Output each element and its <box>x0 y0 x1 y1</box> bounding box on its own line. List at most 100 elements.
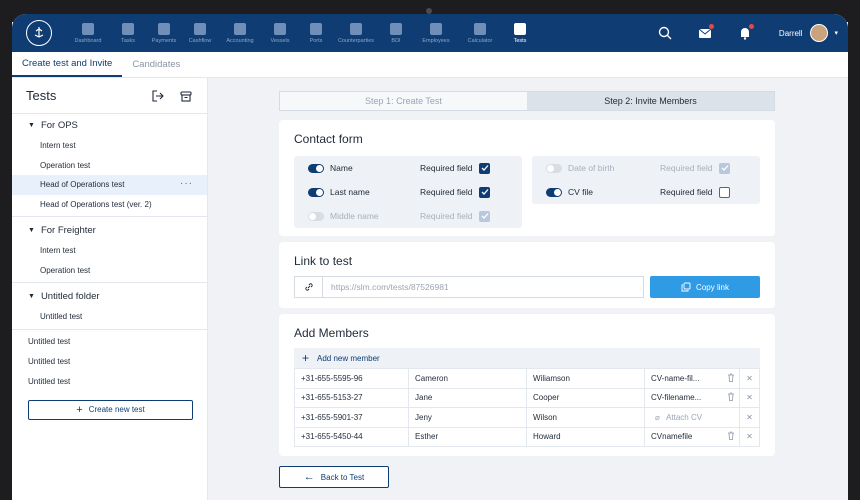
sidebar-test-item[interactable]: Intern test <box>12 241 207 261</box>
cv-file-cell[interactable]: CVnamefile <box>644 426 724 447</box>
date-of-birth-required-checkbox[interactable] <box>719 162 731 174</box>
sidebar-test-item[interactable]: Intern test <box>12 136 207 156</box>
add-new-member-button[interactable]: + Add new member <box>294 348 760 368</box>
bell-notification-dot <box>748 24 754 29</box>
counterparties-icon <box>350 22 362 35</box>
first-name-cell[interactable]: Cameron <box>408 368 527 389</box>
cv-file-required-checkbox[interactable] <box>719 186 731 198</box>
calculator-icon <box>474 22 486 35</box>
last-name-toggle[interactable] <box>308 187 324 197</box>
last-name-cell[interactable]: Wiliamson <box>526 368 645 389</box>
nav-item-payments[interactable]: Payments <box>146 14 182 52</box>
sidebar-loose-test[interactable]: Untitled test <box>12 332 207 352</box>
sidebar-test-item[interactable]: Untitled test <box>12 307 207 327</box>
folder-untitled[interactable]: ▼ Untitled folder <box>12 285 207 307</box>
step-1-tab[interactable]: Step 1: Create Test <box>280 92 527 110</box>
remove-member-icon[interactable]: ✕ <box>739 407 760 428</box>
sidebar-test-item[interactable]: Operation test <box>12 261 207 281</box>
anchor-icon <box>310 22 322 35</box>
sidebar: Tests ▼ For OPS Intern test Operation tes… <box>12 78 208 500</box>
avatar[interactable] <box>810 24 829 42</box>
last-name-cell[interactable]: Howard <box>526 426 645 447</box>
chevron-down-icon[interactable]: ▾ <box>834 29 838 37</box>
remove-member-icon[interactable]: ✕ <box>739 368 760 389</box>
middle-name-toggle[interactable] <box>308 211 324 221</box>
bdi-icon <box>390 22 402 35</box>
table-row: +31-655-5901-37 Jeny Wilson ⌀ Attach CV ✕ <box>294 407 760 428</box>
name-toggle[interactable] <box>308 163 324 173</box>
step-2-tab[interactable]: Step 2: Invite Members <box>527 92 774 110</box>
dashboard-icon <box>82 22 94 35</box>
copy-link-button[interactable]: Copy link <box>650 276 760 298</box>
link-icon <box>294 276 322 298</box>
nav-item-calculator[interactable]: Calculator <box>458 14 502 52</box>
date-of-birth-toggle[interactable] <box>546 163 562 173</box>
nav-item-dashboard[interactable]: Dashboard <box>66 14 110 52</box>
sidebar-test-item[interactable]: Operation test <box>12 156 207 176</box>
caret-down-icon: ▼ <box>28 292 35 300</box>
test-link-field[interactable]: https://slm.com/tests/87526981 <box>322 276 644 298</box>
nav-item-counterparties[interactable]: Counterparties <box>334 14 378 52</box>
sidebar-test-item-selected[interactable]: Head of Operations test ··· <box>12 175 207 195</box>
sidebar-loose-test[interactable]: Untitled test <box>12 372 207 392</box>
mail-icon[interactable] <box>697 24 714 41</box>
trash-icon[interactable] <box>723 387 740 408</box>
cv-file-cell[interactable]: CV-filename... <box>644 387 724 408</box>
field-row-last-name: Last name Required field <box>294 180 522 204</box>
top-navigation: Dashboard Tasks Payments Cashflow Accoun… <box>12 14 848 52</box>
first-name-cell[interactable]: Esther <box>408 426 527 447</box>
archive-icon[interactable] <box>179 89 193 103</box>
last-name-required-checkbox[interactable] <box>479 186 491 198</box>
link-title: Link to test <box>294 254 353 268</box>
cv-file-cell[interactable]: CV-name-fil... <box>644 368 724 389</box>
tab-create-test[interactable]: Create test and Invite <box>12 52 123 77</box>
table-row: +31-655-5153-27 Jane Cooper CV-filename... ✕ <box>294 387 760 408</box>
trash-icon[interactable] <box>723 368 740 389</box>
nav-item-accounting[interactable]: Accounting <box>218 14 262 52</box>
first-name-cell[interactable]: Jane <box>408 387 527 408</box>
middle-name-required-checkbox[interactable] <box>479 210 491 222</box>
nav-item-ports[interactable]: Ports <box>298 14 334 52</box>
create-new-test-button[interactable]: + Create new test <box>28 399 193 420</box>
copy-icon <box>681 282 691 292</box>
trash-icon[interactable] <box>723 426 740 447</box>
phone-cell[interactable]: +31-655-5901-37 <box>294 407 409 428</box>
sidebar-test-item[interactable]: Head of Operations test (ver. 2) <box>12 195 207 215</box>
last-name-cell[interactable]: Wilson <box>526 407 645 428</box>
phone-cell[interactable]: +31-655-5595-96 <box>294 368 409 389</box>
members-table: +31-655-5595-96 Cameron Wiliamson CV-name-f… <box>294 368 760 447</box>
phone-cell[interactable]: +31-655-5450-44 <box>294 426 409 447</box>
divider <box>12 216 207 217</box>
sidebar-loose-test[interactable]: Untitled test <box>12 352 207 372</box>
employees-icon <box>430 22 442 35</box>
sidebar-title: Tests <box>26 88 57 103</box>
nav-item-tasks[interactable]: Tasks <box>110 14 146 52</box>
last-name-cell[interactable]: Cooper <box>526 387 645 408</box>
folder-for-freighter[interactable]: ▼ For Freighter <box>12 219 207 241</box>
device-frame-right <box>848 0 860 500</box>
search-icon[interactable] <box>657 25 673 41</box>
bell-icon[interactable] <box>737 24 754 41</box>
nav-item-vessels[interactable]: Vessels <box>262 14 298 52</box>
first-name-cell[interactable]: Jeny <box>408 407 527 428</box>
cv-file-toggle[interactable] <box>546 187 562 197</box>
more-options-icon[interactable]: ··· <box>180 178 193 189</box>
folder-for-ops[interactable]: ▼ For OPS <box>12 114 207 136</box>
nav-item-bdi[interactable]: BDI <box>378 14 414 52</box>
nav-item-employees[interactable]: Employees <box>414 14 458 52</box>
back-to-test-button[interactable]: ← Back to Test <box>279 466 389 488</box>
link-card: Link to test https://slm.com/tests/87526… <box>279 242 775 308</box>
vessels-icon <box>274 22 286 35</box>
phone-cell[interactable]: +31-655-5153-27 <box>294 387 409 408</box>
tab-candidates[interactable]: Candidates <box>122 52 190 77</box>
remove-member-icon[interactable]: ✕ <box>739 426 760 447</box>
remove-member-icon[interactable]: ✕ <box>739 387 760 408</box>
attach-cv-cell[interactable]: ⌀ Attach CV <box>644 407 740 428</box>
caret-down-icon: ▼ <box>28 226 35 234</box>
import-icon[interactable] <box>151 89 165 103</box>
ship-logo-icon[interactable] <box>26 20 52 46</box>
nav-item-cashflow[interactable]: Cashflow <box>182 14 218 52</box>
user-name[interactable]: Darrell <box>779 29 803 38</box>
nav-item-tests[interactable]: Tests <box>502 14 538 52</box>
name-required-checkbox[interactable] <box>479 162 491 174</box>
